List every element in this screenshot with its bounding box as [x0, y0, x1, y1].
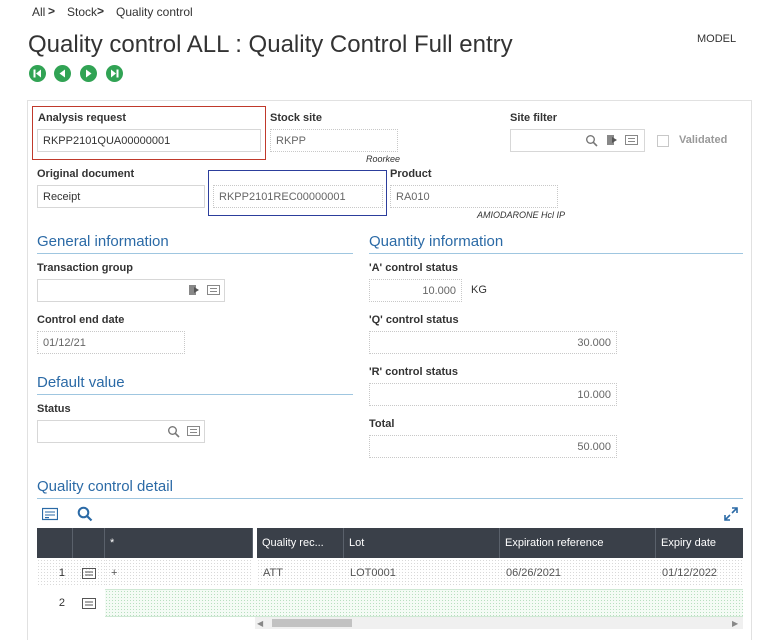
original-document-label: Original document: [37, 168, 135, 180]
breadcrumb-item-all[interactable]: All: [32, 5, 45, 19]
jump-to-icon[interactable]: [188, 284, 200, 296]
breadcrumb-separator: >: [48, 4, 56, 18]
first-record-icon: [33, 69, 41, 78]
stock-site-field[interactable]: RKPP: [270, 129, 398, 152]
selection-list-icon[interactable]: [187, 425, 200, 437]
total-label: Total: [369, 418, 395, 430]
next-record-icon: [86, 69, 92, 78]
lot-cell[interactable]: LOT0001: [344, 559, 500, 587]
star-cell[interactable]: +: [105, 559, 253, 587]
original-document-field[interactable]: Receipt: [37, 185, 205, 208]
section-divider: [37, 253, 353, 254]
scroll-left-icon[interactable]: ◀: [257, 619, 263, 628]
a-control-status-field[interactable]: 10.000: [369, 279, 462, 302]
breadcrumb-item-stock[interactable]: Stock: [67, 5, 97, 19]
table-row[interactable]: 1 + ATT LOT0001 06/26/2021 01/12/2022: [37, 559, 743, 587]
section-divider: [369, 253, 743, 254]
breadcrumb-item-quality-control: Quality control: [116, 5, 193, 19]
r-control-status-field[interactable]: 10.000: [369, 383, 617, 406]
status-label: Status: [37, 403, 71, 415]
product-field[interactable]: RA010: [390, 185, 558, 208]
selection-list-icon[interactable]: [207, 284, 220, 296]
product-label: Product: [390, 168, 432, 180]
validated-checkbox[interactable]: [657, 135, 669, 147]
search-icon[interactable]: [77, 506, 93, 522]
q-control-status-field[interactable]: 30.000: [369, 331, 617, 354]
row-action[interactable]: [73, 589, 105, 617]
r-control-status-label: 'R' control status: [369, 366, 458, 378]
last-record-button[interactable]: [106, 65, 123, 82]
row-menu-icon: [82, 597, 96, 609]
quality-control-detail-title: Quality control detail: [37, 478, 173, 495]
validated-label: Validated: [679, 134, 728, 146]
site-filter-label: Site filter: [510, 112, 558, 124]
q-control-status-label: 'Q' control status: [369, 314, 459, 326]
first-record-button[interactable]: [29, 65, 46, 82]
section-divider: [37, 394, 353, 395]
analysis-request-label: Analysis request: [38, 112, 127, 124]
row-number-header: [37, 528, 73, 558]
last-record-icon: [111, 69, 119, 78]
mode-label: MODEL: [697, 33, 737, 45]
row-action[interactable]: [73, 559, 105, 587]
product-description: AMIODARONE Hcl IP: [477, 210, 566, 220]
table-row[interactable]: 2: [37, 589, 743, 617]
stock-site-label: Stock site: [270, 112, 322, 124]
quality-rec-cell[interactable]: ATT: [257, 559, 344, 587]
previous-record-button[interactable]: [54, 65, 71, 82]
a-control-status-unit: KG: [471, 284, 487, 296]
selection-list-icon[interactable]: [625, 134, 638, 146]
previous-record-icon: [59, 69, 65, 78]
scrollbar-thumb[interactable]: [272, 619, 352, 627]
page-title: Quality control ALL : Quality Control Fu…: [28, 31, 513, 58]
analysis-request-field[interactable]: RKPP2101QUA00000001: [37, 129, 261, 152]
column-header-expiration-reference[interactable]: Expiration reference: [500, 528, 656, 558]
general-information-title: General information: [37, 233, 169, 250]
stock-site-description: Roorkee: [366, 154, 401, 164]
row-number: 2: [37, 589, 73, 617]
scroll-right-icon[interactable]: ▶: [732, 619, 738, 628]
row-menu-icon: [82, 567, 96, 579]
row-number: 1: [37, 559, 73, 587]
expand-icon[interactable]: [723, 506, 739, 522]
default-value-title: Default value: [37, 374, 125, 391]
jump-to-icon[interactable]: [606, 134, 618, 146]
control-end-date-field[interactable]: 01/12/21: [37, 331, 185, 354]
search-icon[interactable]: [167, 425, 180, 438]
transaction-group-label: Transaction group: [37, 262, 133, 274]
column-header-lot[interactable]: Lot: [344, 528, 500, 558]
control-end-date-label: Control end date: [37, 314, 125, 326]
document-number-field[interactable]: RKPP2101REC00000001: [213, 185, 383, 208]
column-header-quality-rec[interactable]: Quality rec...: [257, 528, 344, 558]
total-field[interactable]: 50.000: [369, 435, 617, 458]
breadcrumb-separator: >: [97, 4, 105, 18]
column-header-expiry-date[interactable]: Expiry date: [656, 528, 743, 558]
expiry-date-cell[interactable]: 01/12/2022: [656, 559, 743, 587]
a-control-status-label: 'A' control status: [369, 262, 458, 274]
horizontal-scrollbar[interactable]: ◀ ▶: [255, 617, 743, 629]
search-icon[interactable]: [585, 134, 598, 147]
next-record-button[interactable]: [80, 65, 97, 82]
new-row-cell[interactable]: [105, 589, 743, 617]
column-header-star[interactable]: *: [105, 528, 253, 558]
expiration-reference-cell[interactable]: 06/26/2021: [500, 559, 656, 587]
table-options-icon[interactable]: [42, 507, 58, 521]
section-divider: [37, 498, 743, 499]
detail-table-header: * Quality rec... Lot Expiration referenc…: [37, 528, 743, 558]
quantity-information-title: Quantity information: [369, 233, 504, 250]
row-action-header: [73, 528, 105, 558]
